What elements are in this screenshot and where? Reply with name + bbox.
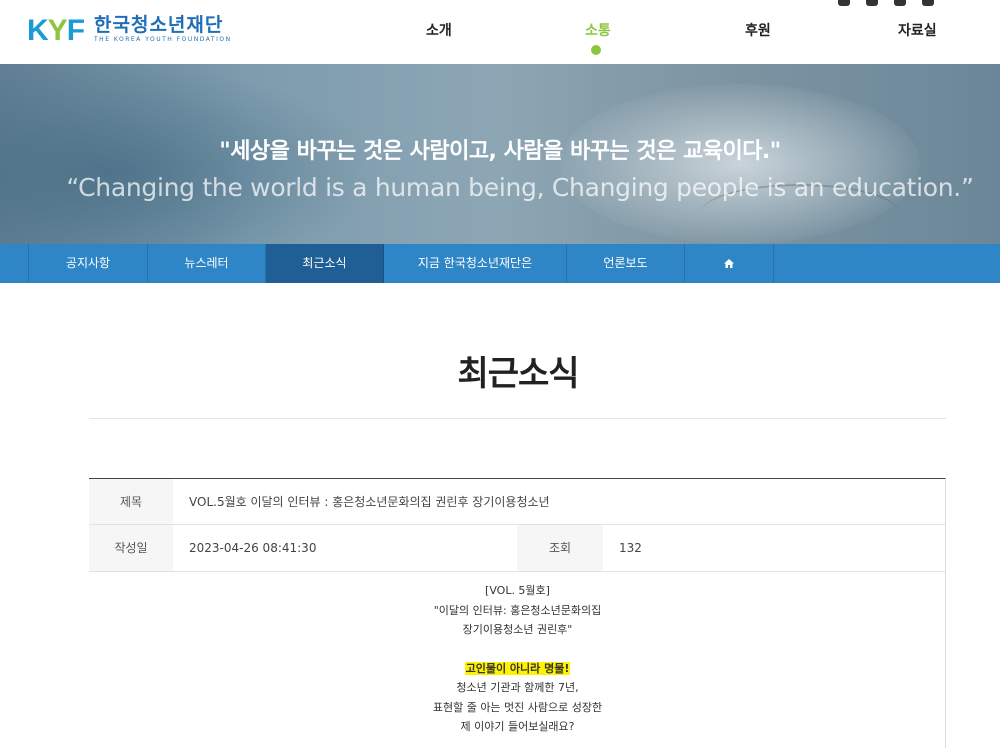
instagram-icon[interactable] <box>866 0 878 6</box>
nav-archive[interactable]: 자료실 <box>898 20 937 40</box>
main-nav: 소개 소통 후원 자료실 <box>0 0 1000 64</box>
nav-about[interactable]: 소개 <box>426 20 452 40</box>
subnav-now-kyf[interactable]: 지금 한국청소년재단은 <box>384 244 567 283</box>
page-title: 최근소식 <box>457 354 579 394</box>
post-views: 132 <box>619 541 642 555</box>
body-line: 장기이용청소년 권린후" <box>462 623 573 636</box>
sub-nav: 공지사항 뉴스레터 최근소식 지금 한국청소년재단은 언론보도 <box>0 244 1000 283</box>
subnav-press[interactable]: 언론보도 <box>567 244 685 283</box>
youtube-icon[interactable] <box>838 0 850 6</box>
post-view: 제목 VOL.5월호 이달의 인터뷰 : 홍은청소년문화의집 권린후 장기이용청… <box>89 478 946 748</box>
body-line: [VOL. 5월호] <box>485 584 550 597</box>
post-body: [VOL. 5월호] "이달의 인터뷰: 홍은청소년문화의집 장기이용청소년 권… <box>89 573 946 737</box>
banner-quote-korean: "세상을 바꾸는 것은 사람이고, 사람을 바꾸는 것은 교육이다." <box>219 139 781 164</box>
blog-icon[interactable] <box>922 0 934 6</box>
site-header: KYF 한국청소년재단 THE KOREA YOUTH FOUNDATION 소… <box>0 0 1000 64</box>
subnav-home[interactable] <box>685 244 774 283</box>
sns-links <box>838 0 934 6</box>
nav-donation[interactable]: 후원 <box>745 20 771 40</box>
body-line: 청소년 기관과 함께한 7년, <box>456 681 579 694</box>
subnav-newsletter[interactable]: 뉴스레터 <box>148 244 266 283</box>
banner-quote-english: “Changing the world is a human being, Ch… <box>66 173 974 202</box>
body-line: 제 이야기 들어보실래요? <box>460 720 575 733</box>
facebook-icon[interactable] <box>894 0 906 6</box>
post-meta-row: 작성일 2023-04-26 08:41:30 조회 132 <box>89 525 946 572</box>
body-line: "이달의 인터뷰: 홍은청소년문화의집 <box>433 603 602 617</box>
home-icon <box>724 259 734 268</box>
body-line: 표현할 줄 아는 멋진 사람으로 성장한 <box>432 700 603 714</box>
subject-label: 제목 <box>89 479 173 524</box>
active-nav-indicator <box>591 45 601 55</box>
nav-communication[interactable]: 소통 <box>585 20 611 40</box>
hero-banner: "세상을 바꾸는 것은 사람이고, 사람을 바꾸는 것은 교육이다." “Cha… <box>0 64 1000 244</box>
date-label: 작성일 <box>89 525 173 571</box>
title-divider <box>89 418 946 419</box>
post-date: 2023-04-26 08:41:30 <box>189 541 317 555</box>
highlight-text: 고인물이 아니라 명물! <box>464 661 571 675</box>
subnav-notice[interactable]: 공지사항 <box>29 244 148 283</box>
post-subject-row: 제목 VOL.5월호 이달의 인터뷰 : 홍은청소년문화의집 권린후 장기이용청… <box>89 479 946 525</box>
body-highlight-line: 고인물이 아니라 명물! <box>89 659 946 679</box>
post-subject: VOL.5월호 이달의 인터뷰 : 홍은청소년문화의집 권린후 장기이용청소년 <box>189 495 550 509</box>
subnav-recent-news[interactable]: 최근소식 <box>266 244 384 283</box>
views-label: 조회 <box>517 525 603 571</box>
